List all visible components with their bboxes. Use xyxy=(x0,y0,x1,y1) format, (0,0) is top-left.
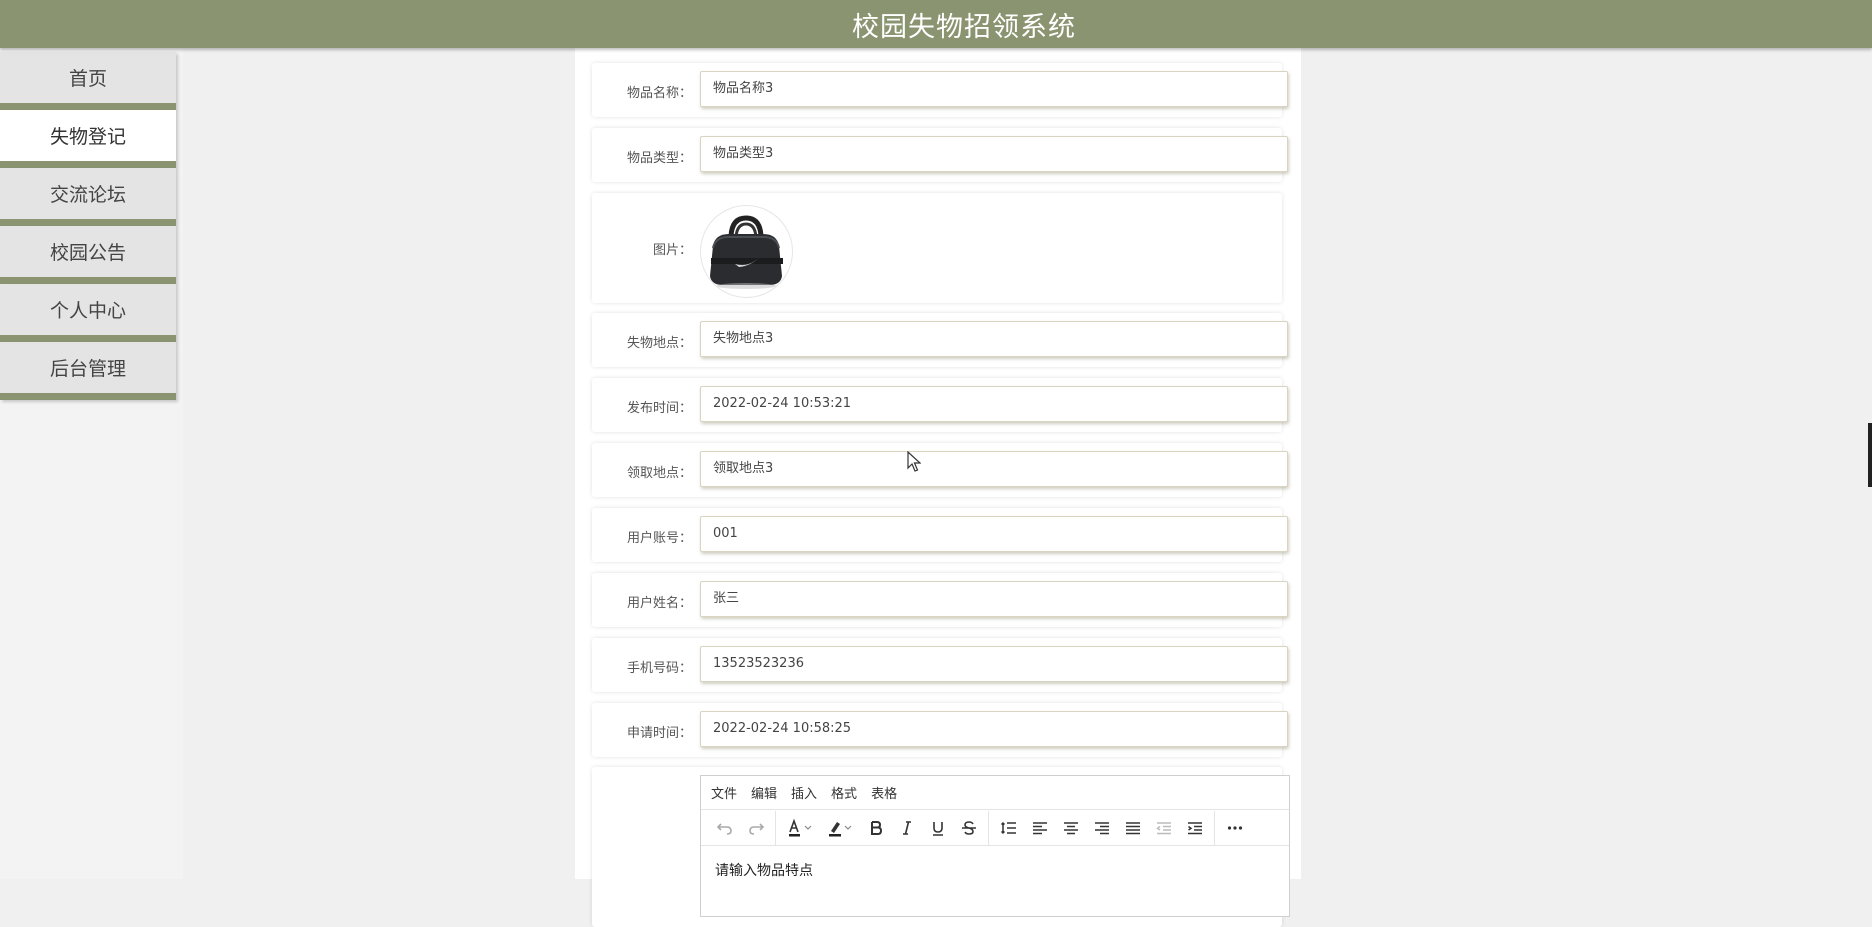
user-name-field[interactable]: 张三 xyxy=(700,581,1288,617)
sidebar-item-personal-center[interactable]: 个人中心 xyxy=(0,284,176,342)
apply-time-field[interactable]: 2022-02-24 10:58:25 xyxy=(700,711,1288,747)
form-row-apply-time: 申请时间： 2022-02-24 10:58:25 xyxy=(592,703,1288,757)
menu-format[interactable]: 格式 xyxy=(831,783,857,802)
editor-menubar: 文件 编辑 插入 格式 表格 xyxy=(701,776,1289,810)
item-image[interactable] xyxy=(700,205,793,298)
undo-icon[interactable] xyxy=(709,810,740,845)
scroll-edge-marker xyxy=(1868,423,1872,487)
form-row-publish-time: 发布时间： 2022-02-24 10:53:21 xyxy=(592,378,1288,432)
toolbar-separator xyxy=(988,810,989,845)
phone-label: 手机号码： xyxy=(626,661,692,676)
claim-place-label: 领取地点： xyxy=(626,466,692,481)
item-name-label: 物品名称： xyxy=(626,86,692,101)
publish-time-field[interactable]: 2022-02-24 10:53:21 xyxy=(700,386,1288,422)
toolbar-separator xyxy=(775,810,776,845)
menu-insert[interactable]: 插入 xyxy=(791,783,817,802)
item-type-label: 物品类型： xyxy=(626,151,692,166)
redo-icon[interactable] xyxy=(740,810,771,845)
form-row-editor: 文件 编辑 插入 格式 表格 请输入物品特点 xyxy=(592,767,1290,927)
duffel-bag-image xyxy=(710,215,783,289)
form-row-claim-place: 领取地点： 领取地点3 xyxy=(592,443,1288,497)
editor-toolbar xyxy=(701,810,1289,846)
item-name-field[interactable]: 物品名称3 xyxy=(700,71,1288,107)
sidebar-item-announcements[interactable]: 校园公告 xyxy=(0,226,176,284)
align-left-icon[interactable] xyxy=(1024,810,1055,845)
indent-icon[interactable] xyxy=(1179,810,1210,845)
user-account-field[interactable]: 001 xyxy=(700,516,1288,552)
form-row-lost-place: 失物地点： 失物地点3 xyxy=(592,313,1288,367)
outdent-icon[interactable] xyxy=(1148,810,1179,845)
bold-icon[interactable] xyxy=(860,810,891,845)
text-color-icon[interactable] xyxy=(780,810,820,845)
app-title: 校园失物招领系统 xyxy=(852,11,1076,43)
form-row-item-name: 物品名称： 物品名称3 xyxy=(592,63,1288,117)
publish-time-label: 发布时间： xyxy=(626,401,692,416)
sidebar-item-lost-registration[interactable]: 失物登记 xyxy=(0,110,176,168)
more-icon[interactable] xyxy=(1219,810,1250,845)
menu-file[interactable]: 文件 xyxy=(711,783,737,802)
sidebar-item-admin[interactable]: 后台管理 xyxy=(0,342,176,400)
sidebar-item-forum[interactable]: 交流论坛 xyxy=(0,168,176,226)
editor-placeholder[interactable]: 请输入物品特点 xyxy=(701,846,1289,894)
menu-table[interactable]: 表格 xyxy=(871,783,897,802)
user-name-label: 用户姓名： xyxy=(626,596,692,611)
align-right-icon[interactable] xyxy=(1086,810,1117,845)
italic-icon[interactable] xyxy=(891,810,922,845)
line-height-icon[interactable] xyxy=(993,810,1024,845)
lost-place-label: 失物地点： xyxy=(626,336,692,351)
sidebar: 首页 失物登记 交流论坛 校园公告 个人中心 后台管理 xyxy=(0,48,183,879)
claim-place-field[interactable]: 领取地点3 xyxy=(700,451,1288,487)
toolbar-separator xyxy=(1214,810,1215,845)
form-row-user-account: 用户账号： 001 xyxy=(592,508,1288,562)
align-justify-icon[interactable] xyxy=(1117,810,1148,845)
form-row-item-type: 物品类型： 物品类型3 xyxy=(592,128,1288,182)
top-header: 校园失物招领系统 xyxy=(0,0,1872,48)
sidebar-item-home[interactable]: 首页 xyxy=(0,52,176,110)
form-row-phone: 手机号码： 13523523236 xyxy=(592,638,1288,692)
underline-icon[interactable] xyxy=(922,810,953,845)
lost-place-field[interactable]: 失物地点3 xyxy=(700,321,1288,357)
image-label: 图片： xyxy=(652,243,692,258)
detail-form-panel: 物品名称： 物品名称3 物品类型： 物品类型3 图片： 失物地点： 失物地点3 … xyxy=(575,48,1301,927)
item-type-field[interactable]: 物品类型3 xyxy=(700,136,1288,172)
user-account-label: 用户账号： xyxy=(626,531,692,546)
strikethrough-icon[interactable] xyxy=(953,810,984,845)
apply-time-label: 申请时间： xyxy=(626,726,692,741)
form-row-user-name: 用户姓名： 张三 xyxy=(592,573,1288,627)
phone-field[interactable]: 13523523236 xyxy=(700,646,1288,682)
form-row-image: 图片： xyxy=(592,193,1282,303)
mouse-cursor-icon xyxy=(907,451,921,472)
menu-edit[interactable]: 编辑 xyxy=(751,783,777,802)
align-center-icon[interactable] xyxy=(1055,810,1086,845)
highlight-color-icon[interactable] xyxy=(820,810,860,845)
rich-text-editor: 文件 编辑 插入 格式 表格 请输入物品特点 xyxy=(700,775,1290,917)
